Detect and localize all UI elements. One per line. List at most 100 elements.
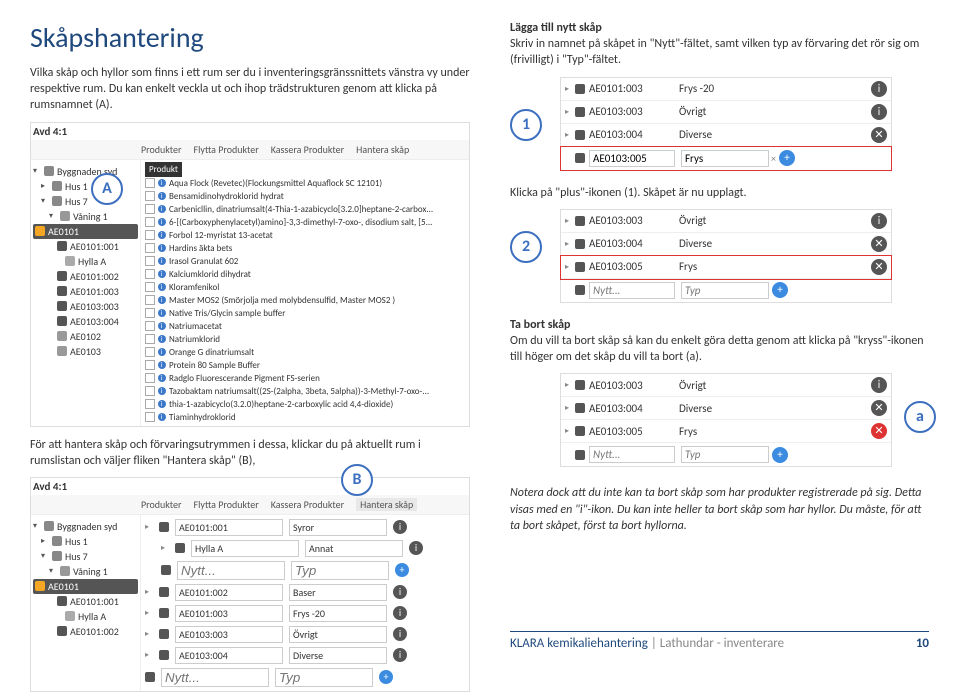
product-row[interactable]: Natriumklorid xyxy=(145,333,465,346)
cabinet-type[interactable]: Frys -20 xyxy=(679,82,868,95)
info-icon[interactable] xyxy=(158,192,166,200)
tree-r3[interactable]: AE0101:003 xyxy=(70,285,119,298)
product-row[interactable]: Orange G dinatriumsalt xyxy=(145,346,465,359)
cabinet-name[interactable]: AE0101:001 xyxy=(175,519,283,536)
cabinet-code[interactable]: AE0103:004 xyxy=(589,402,679,415)
info-icon[interactable] xyxy=(158,387,166,395)
info-icon[interactable] xyxy=(158,322,166,330)
info-icon[interactable] xyxy=(158,361,166,369)
add-icon[interactable]: + xyxy=(395,563,409,577)
new-type-input[interactable] xyxy=(275,668,373,687)
checkbox-icon[interactable] xyxy=(145,386,155,396)
product-row[interactable]: Kalciumklorid dihydrat xyxy=(145,268,465,281)
product-row[interactable]: Tazobaktam natriumsalt((2S-(2alpha, 3bet… xyxy=(145,385,465,398)
checkbox-icon[interactable] xyxy=(145,204,155,214)
tab-produkter[interactable]: Produkter xyxy=(141,498,181,511)
tree-cab3[interactable]: AE0103 xyxy=(70,345,101,358)
cabinet-type[interactable]: Diverse xyxy=(289,647,387,664)
product-row[interactable]: Native Tris/Glycin sample buffer xyxy=(145,307,465,320)
new-type-input[interactable] xyxy=(291,561,389,580)
tree-hus1[interactable]: Hus 1 xyxy=(65,535,88,548)
expand-icon[interactable]: ▸ xyxy=(145,522,153,532)
expand-icon[interactable]: ▸ xyxy=(145,650,153,660)
product-row[interactable]: Protein 80 Sample Buffer xyxy=(145,359,465,372)
cabinet-code[interactable]: AE0103:003 xyxy=(589,214,679,227)
checkbox-icon[interactable] xyxy=(145,256,155,266)
collapse-icon[interactable]: ▾ xyxy=(49,211,57,221)
cabinet-code[interactable]: AE0103:005 xyxy=(589,425,679,438)
cabinet-code[interactable]: AE0103:003 xyxy=(589,105,679,118)
info-icon[interactable] xyxy=(158,244,166,252)
cabinet-type[interactable]: Annat xyxy=(305,540,403,557)
cabinet-type[interactable]: Baser xyxy=(289,584,387,601)
info-icon[interactable]: i xyxy=(871,377,887,393)
cabinet-type[interactable]: Frys -20 xyxy=(289,605,387,622)
add-icon[interactable]: + xyxy=(779,150,795,166)
expand-icon[interactable]: ▸ xyxy=(565,216,575,226)
tree-vaning[interactable]: Våning 1 xyxy=(73,210,108,223)
tree-hus1[interactable]: Hus 1 xyxy=(65,180,88,193)
add-icon[interactable]: + xyxy=(772,282,788,298)
expand-icon[interactable]: ▸ xyxy=(565,403,575,413)
checkbox-icon[interactable] xyxy=(145,360,155,370)
tab-kassera[interactable]: Kassera Produkter xyxy=(271,143,344,156)
product-row[interactable]: 6-[(Carboxyphenylacetyl)amino]-3,3-dimet… xyxy=(145,216,465,229)
delete-icon[interactable]: ✕ xyxy=(871,127,887,143)
cabinet-type[interactable]: Övrigt xyxy=(679,214,868,227)
cabinet-code[interactable]: AE0103:003 xyxy=(589,379,679,392)
cabinet-code[interactable]: AE0103:004 xyxy=(589,237,679,250)
new-name-input[interactable] xyxy=(589,150,675,167)
info-icon[interactable] xyxy=(158,231,166,239)
cabinet-type[interactable]: Frys xyxy=(679,260,868,273)
cabinet-name[interactable]: AE0101:003 xyxy=(175,605,283,622)
tab-flytta[interactable]: Flytta Produkter xyxy=(193,143,258,156)
tree-cab2[interactable]: AE0102 xyxy=(70,330,101,343)
cabinet-type[interactable]: Diverse xyxy=(679,402,868,415)
new-type-input[interactable] xyxy=(681,446,769,463)
expand-icon[interactable]: ▸ xyxy=(565,130,575,140)
delete-icon[interactable]: ✕ xyxy=(871,423,887,439)
info-icon[interactable] xyxy=(158,179,166,187)
cabinet-type[interactable]: Diverse xyxy=(679,128,868,141)
info-icon[interactable] xyxy=(158,283,166,291)
expand-icon[interactable]: ▸ xyxy=(145,629,153,639)
expand-icon[interactable]: ▸ xyxy=(161,543,169,553)
info-icon[interactable]: i xyxy=(393,520,407,534)
cabinet-name[interactable]: Hylla A xyxy=(191,540,299,557)
product-row[interactable]: Tiaminhydroklorid xyxy=(145,411,465,424)
expand-icon[interactable]: ▸ xyxy=(565,239,575,249)
delete-icon[interactable]: ✕ xyxy=(871,400,887,416)
cabinet-name[interactable]: AE0101:002 xyxy=(175,584,283,601)
product-row[interactable]: Bensamidinohydroklorid hydrat xyxy=(145,190,465,203)
info-icon[interactable]: i xyxy=(393,585,407,599)
info-icon[interactable] xyxy=(158,218,166,226)
cabinet-type[interactable]: Diverse xyxy=(679,237,868,250)
new-name-input[interactable] xyxy=(589,282,675,299)
cabinet-name[interactable]: AE0103:003 xyxy=(175,626,283,643)
checkbox-icon[interactable] xyxy=(145,412,155,422)
delete-icon[interactable]: ✕ xyxy=(871,236,887,252)
checkbox-icon[interactable] xyxy=(145,373,155,383)
info-icon[interactable] xyxy=(158,413,166,421)
cabinet-type[interactable]: Övrigt xyxy=(289,626,387,643)
info-icon[interactable] xyxy=(158,348,166,356)
checkbox-icon[interactable] xyxy=(145,243,155,253)
info-icon[interactable] xyxy=(158,205,166,213)
tree-room-sel[interactable]: AE0101 xyxy=(48,225,79,238)
product-row[interactable]: Master MOS2 (Smörjolja med molybdensulfi… xyxy=(145,294,465,307)
add-icon[interactable]: + xyxy=(379,670,393,684)
info-icon[interactable] xyxy=(158,270,166,278)
product-row[interactable]: thia-1-azabicyclo(3.2.0)heptane-2-carbox… xyxy=(145,398,465,411)
tree-r2[interactable]: AE0101:002 xyxy=(70,270,119,283)
checkbox-icon[interactable] xyxy=(145,282,155,292)
tab-flytta[interactable]: Flytta Produkter xyxy=(193,498,258,511)
info-icon[interactable]: i xyxy=(871,213,887,229)
tree-r5[interactable]: AE0103:004 xyxy=(70,315,119,328)
tree-hylla[interactable]: Hylla A xyxy=(78,255,106,268)
tree-r1[interactable]: AE0101:001 xyxy=(70,595,119,608)
info-icon[interactable] xyxy=(158,374,166,382)
product-row[interactable]: Aqua Flock (Revetec)(Flockungsmittel Aqu… xyxy=(145,177,465,190)
cabinet-type[interactable]: Övrigt xyxy=(679,105,868,118)
collapse-icon[interactable]: ▾ xyxy=(41,196,49,206)
expand-icon[interactable]: ▸ xyxy=(41,181,49,191)
